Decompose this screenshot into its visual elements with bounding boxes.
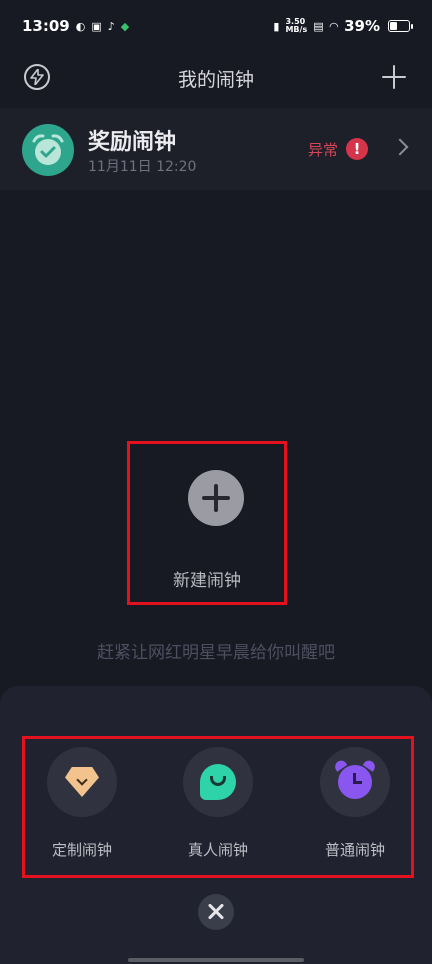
lightning-icon[interactable] [24,64,50,90]
alarm-bell-right-icon [362,758,378,772]
wifi-icon: ◠ [329,19,339,33]
weibo-icon: ◐ [75,19,86,33]
net-speed: 3.50 MB/s [285,17,308,34]
battery-percent: 39% [344,17,380,35]
alarm-list-item[interactable]: 奖励闹钟 11月11日 12:20 异常 ! [0,108,432,190]
real-person-alarm-icon-bg [183,747,253,817]
real-person-alarm-option[interactable]: 真人闹钟 [163,747,273,867]
alarm-name: 奖励闹钟 [88,130,177,155]
smile-icon [210,776,226,786]
normal-alarm-icon-bg [320,747,390,817]
normal-alarm-icon [332,758,378,799]
battery-level [390,22,397,30]
chevron-right-icon [391,138,409,156]
custom-alarm-option[interactable]: 定制闹钟 [27,747,137,867]
status-time: 13:09 [22,17,70,35]
new-alarm-label: 新建闹钟 [173,571,241,591]
header: 我的闹钟 [0,52,432,104]
alarm-type-options: 定制闹钟 真人闹钟 普通闹钟 [22,736,414,878]
shield-icon: ◆ [120,19,130,33]
lightning-glyph [30,69,44,85]
close-icon[interactable] [198,894,234,930]
alarm-clock-glyph [32,134,64,165]
home-indicator[interactable] [128,958,304,962]
battery-icon [388,20,413,32]
alarm-time: 11月11日 12:20 [88,159,197,175]
custom-alarm-icon-bg [47,747,117,817]
normal-alarm-label: 普通闹钟 [324,841,385,859]
real-person-alarm-label: 真人闹钟 [187,841,248,859]
alarm-status: 异常 ! [308,138,368,160]
alarm-bell-left-icon [332,758,348,772]
page-title: 我的闹钟 [177,68,254,91]
hint-text: 赶紧让网红明星早晨给你叫醒吧 [97,643,335,663]
alarm-status-text: 异常 [307,140,338,159]
network-icon: ▤ [313,19,324,33]
add-alarm-button[interactable] [382,64,408,90]
real-person-chat-icon [200,764,236,800]
custom-gem-icon [65,767,99,797]
notification-icon: ▣ [91,19,102,33]
warning-icon: ! [346,138,368,160]
status-bar: 13:09 ◐ ▣ ♪ ◆ ▮ 3.50 MB/s ▤ ◠ 39% [0,0,432,52]
normal-alarm-option[interactable]: 普通闹钟 [300,747,410,867]
alarm-clock-check-icon [22,124,74,176]
alarm-type-sheet: 定制闹钟 真人闹钟 普通闹钟 [0,686,432,964]
custom-alarm-label: 定制闹钟 [51,841,112,859]
plus-icon [188,470,244,526]
chevron-down-icon [76,774,88,786]
new-alarm-button[interactable]: 新建闹钟 [127,441,287,605]
vibrate-icon: ▮ [273,19,280,33]
tiktok-icon: ♪ [107,19,115,33]
